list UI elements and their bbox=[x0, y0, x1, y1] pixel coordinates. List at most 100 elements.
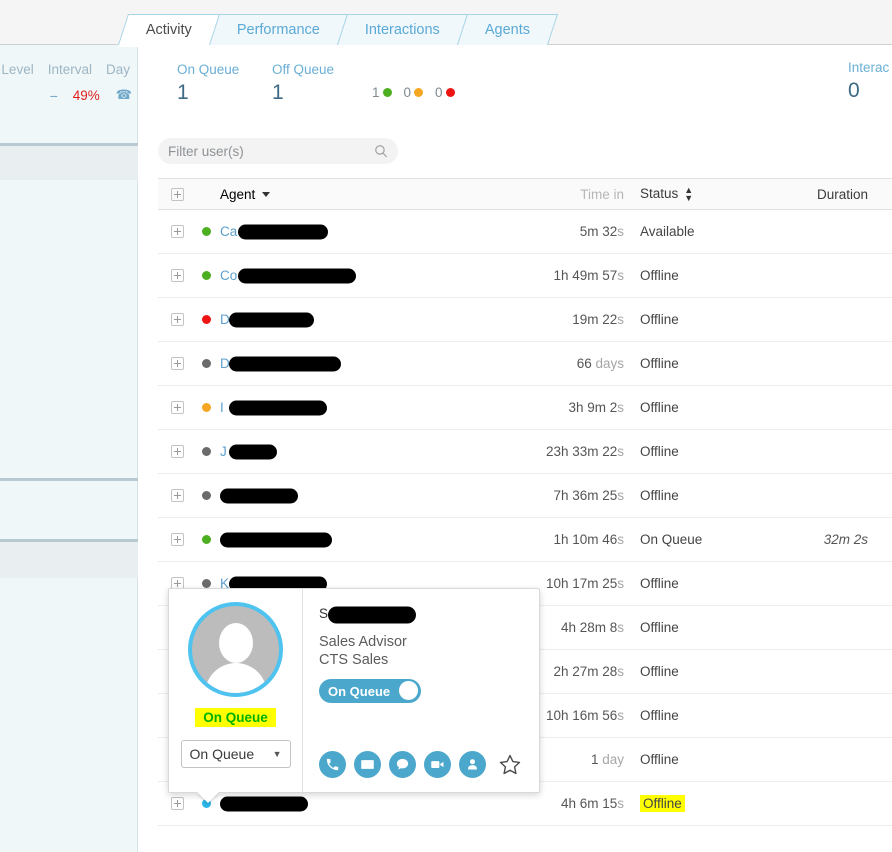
phone-icon[interactable] bbox=[319, 751, 346, 778]
expand-row-button[interactable] bbox=[158, 313, 196, 326]
filter-users-box[interactable]: Filter user(s) bbox=[158, 138, 398, 164]
green-dot-icon bbox=[382, 88, 392, 97]
column-duration[interactable]: Duration bbox=[772, 187, 892, 202]
status-cell: Offline bbox=[632, 795, 772, 812]
agent-name-cell[interactable]: J bbox=[216, 444, 464, 459]
expand-row-button[interactable] bbox=[158, 489, 196, 502]
interval-value: -- bbox=[49, 87, 58, 103]
time-in-value: 1h 49m 57 bbox=[553, 268, 618, 283]
status-count-offline: 0 bbox=[435, 85, 455, 100]
agent-name-cell[interactable]: D bbox=[216, 356, 464, 371]
expand-row-button[interactable] bbox=[158, 797, 196, 810]
time-in-unit: s bbox=[617, 488, 624, 503]
status-value: Offline bbox=[640, 664, 679, 679]
column-agent-label: Agent bbox=[220, 186, 256, 202]
presence-badge: On Queue bbox=[195, 708, 276, 727]
expand-row-button[interactable] bbox=[158, 533, 196, 546]
agent-name-cell[interactable]: Co bbox=[216, 268, 464, 283]
tab-agents[interactable]: Agents bbox=[456, 14, 559, 45]
time-in-cell: 1h 49m 57s bbox=[464, 268, 632, 283]
table-row[interactable]: J 23h 33m 22s Offline bbox=[158, 430, 892, 474]
avatar-head bbox=[218, 623, 253, 663]
duration-value: 32m 2s bbox=[823, 532, 868, 547]
profile-role: Sales Advisor bbox=[319, 634, 407, 650]
star-outline-icon[interactable] bbox=[498, 753, 522, 777]
presence-dot-icon bbox=[201, 403, 211, 412]
column-status-label: Status bbox=[640, 185, 679, 201]
agent-name-cell[interactable]: D bbox=[216, 312, 464, 327]
tab-interactions[interactable]: Interactions bbox=[336, 14, 468, 45]
expand-row-button[interactable] bbox=[158, 225, 196, 238]
expand-row-button[interactable] bbox=[158, 401, 196, 414]
table-row[interactable]: 7h 36m 25s Offline bbox=[158, 474, 892, 518]
chevron-down-icon bbox=[262, 192, 271, 198]
tab-performance-label: Performance bbox=[236, 22, 320, 38]
time-in-value: 3h 9m 2 bbox=[568, 400, 618, 415]
on-queue-toggle[interactable]: On Queue bbox=[319, 679, 421, 703]
table-header-row: Agent Time in Status ▲ ▼ Duration bbox=[158, 178, 892, 210]
agent-name-cell[interactable]: Ca bbox=[216, 224, 464, 239]
presence-dot-cell bbox=[196, 535, 216, 544]
time-in-unit: day bbox=[602, 752, 624, 767]
presence-dot-icon bbox=[201, 535, 211, 544]
email-icon[interactable] bbox=[354, 751, 381, 778]
profile-actions bbox=[319, 751, 522, 778]
status-value: Offline bbox=[640, 708, 679, 723]
expand-row-button[interactable] bbox=[158, 357, 196, 370]
time-in-value: 10h 17m 25 bbox=[545, 576, 618, 591]
profile-team: CTS Sales bbox=[319, 652, 389, 668]
kpi-on-queue-label: On Queue bbox=[177, 62, 240, 77]
time-in-value: 23h 33m 22 bbox=[545, 444, 618, 459]
column-time-in[interactable]: Time in bbox=[464, 187, 632, 202]
agent-name-cell[interactable]: I bbox=[216, 400, 464, 415]
time-in-unit: s bbox=[617, 664, 624, 679]
profile-icon[interactable] bbox=[459, 751, 486, 778]
tab-performance[interactable]: Performance bbox=[208, 14, 348, 45]
table-row[interactable]: 1h 10m 46s On Queue 32m 2s bbox=[158, 518, 892, 562]
status-select-value: On Queue bbox=[189, 746, 255, 762]
status-value: Available bbox=[640, 224, 695, 239]
time-in-cell: 7h 36m 25s bbox=[464, 488, 632, 503]
profile-name: S bbox=[319, 605, 539, 625]
status-value: On Queue bbox=[640, 532, 703, 547]
presence-dot-cell bbox=[196, 579, 216, 588]
table-row[interactable]: Ca 5m 32s Available bbox=[158, 210, 892, 254]
status-value: Offline bbox=[640, 400, 679, 415]
tab-activity[interactable]: Activity bbox=[117, 14, 220, 45]
time-in-cell: 66 days bbox=[464, 356, 632, 371]
presence-dot-cell bbox=[196, 447, 216, 456]
table-row[interactable]: I 3h 9m 2s Offline bbox=[158, 386, 892, 430]
expand-row-button[interactable] bbox=[158, 269, 196, 282]
plus-box-icon bbox=[170, 489, 184, 502]
table-row[interactable]: D 19m 22s Offline bbox=[158, 298, 892, 342]
status-value: Offline bbox=[640, 268, 679, 283]
tab-agents-label: Agents bbox=[484, 22, 530, 38]
column-status[interactable]: Status ▲ ▼ bbox=[632, 185, 772, 203]
status-cell: Offline bbox=[632, 576, 772, 591]
time-in-value: 1 bbox=[590, 752, 603, 767]
status-select[interactable]: On Queue ▼ bbox=[180, 740, 291, 768]
status-value: Offline bbox=[640, 795, 685, 812]
redaction-bar bbox=[220, 796, 308, 811]
redaction-bar bbox=[328, 606, 416, 624]
status-count-busy-value: 0 bbox=[403, 85, 412, 100]
status-cell: Offline bbox=[632, 444, 772, 459]
table-row[interactable]: D 66 days Offline bbox=[158, 342, 892, 386]
toggle-knob bbox=[399, 681, 418, 700]
profile-name-prefix: S bbox=[319, 606, 329, 621]
table-row[interactable]: Co 1h 49m 57s Offline bbox=[158, 254, 892, 298]
status-cell: Available bbox=[632, 224, 772, 239]
duration-cell: 32m 2s bbox=[772, 532, 892, 547]
agent-profile-card: On Queue On Queue ▼ S Sales Advisor CTS … bbox=[168, 588, 540, 793]
expand-row-button[interactable] bbox=[158, 445, 196, 458]
status-count-available-value: 1 bbox=[372, 85, 380, 100]
time-in-unit: s bbox=[617, 312, 624, 327]
expand-all-button[interactable] bbox=[158, 187, 196, 201]
video-icon[interactable] bbox=[424, 751, 451, 778]
search-input[interactable]: Filter user(s) bbox=[168, 144, 374, 159]
status-cell: On Queue bbox=[632, 532, 772, 547]
column-agent[interactable]: Agent bbox=[216, 187, 464, 202]
time-in-value: 4h 28m 8 bbox=[560, 620, 618, 635]
chat-icon[interactable] bbox=[389, 751, 416, 778]
status-cell: Offline bbox=[632, 312, 772, 327]
